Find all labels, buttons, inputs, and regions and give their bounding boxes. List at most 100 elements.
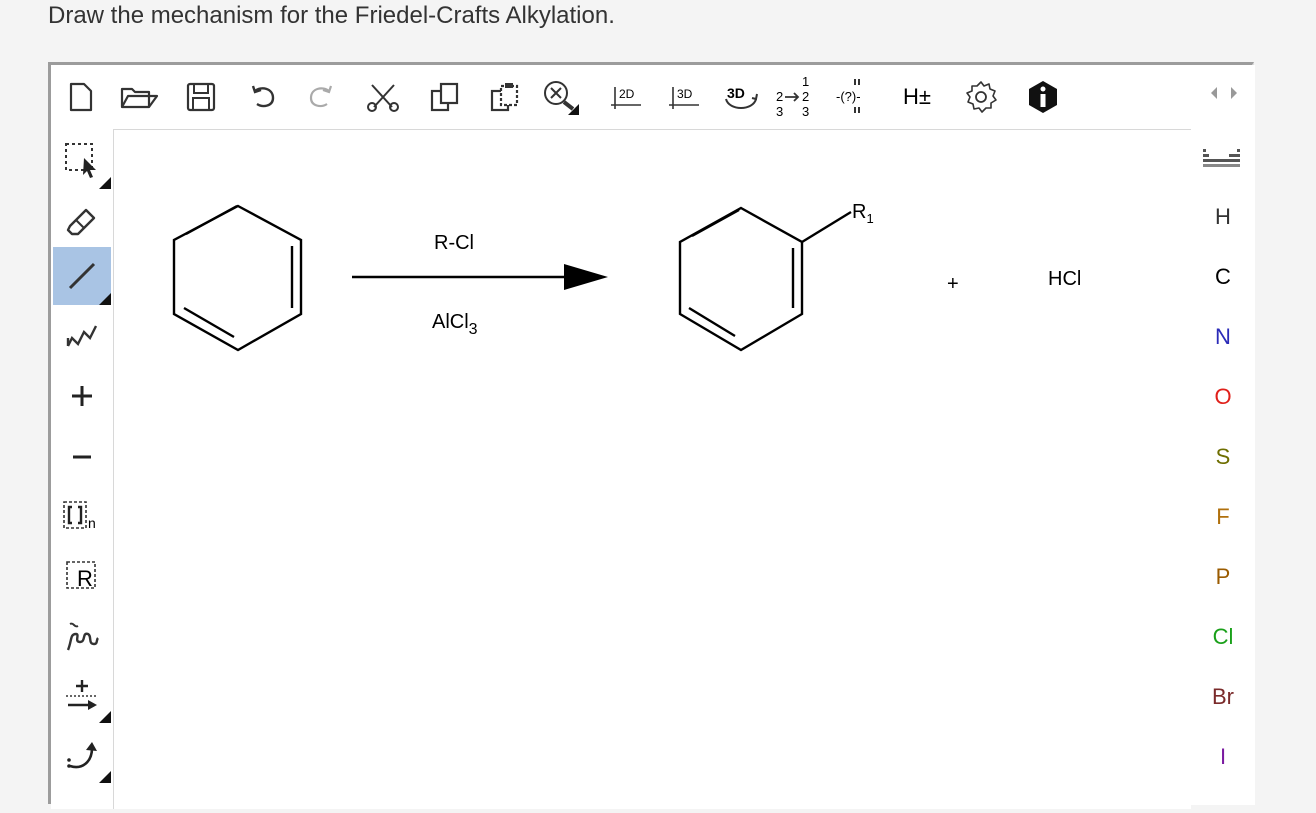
curved-arrow-icon	[67, 742, 97, 769]
clean-2d-icon: 2D	[611, 87, 641, 109]
plus-sign: +	[947, 273, 959, 295]
stereo-button[interactable]: -(?)-	[836, 79, 875, 115]
substituent-main: R	[852, 201, 866, 223]
paste-button[interactable]	[487, 79, 523, 115]
chevron-right-icon[interactable]	[1229, 85, 1239, 101]
element-button-cl[interactable]: Cl	[1191, 617, 1255, 657]
undo-button[interactable]	[245, 79, 281, 115]
renumber-button[interactable]: 1 2 2 3 3	[776, 74, 813, 119]
panel-nav	[1199, 85, 1249, 113]
reagent-bottom-main: AlCl	[432, 311, 469, 333]
element-button-f[interactable]: F	[1191, 497, 1255, 537]
element-button-n[interactable]: N	[1191, 317, 1255, 357]
zoom-clear-icon	[544, 81, 579, 115]
info-button[interactable]	[1025, 79, 1061, 115]
electron-arrow-expand-corner	[99, 771, 111, 783]
settings-button[interactable]	[963, 79, 999, 115]
substituent-subscript: 1	[866, 211, 873, 226]
charge-plus-button[interactable]	[53, 367, 111, 425]
gear-icon	[966, 81, 997, 113]
hydrogens-label: H±	[903, 84, 931, 109]
clean-2d-button[interactable]: 2D	[607, 79, 643, 115]
electron-arrow-tool-button[interactable]	[53, 725, 111, 783]
plus-charge-icon	[72, 386, 92, 406]
template-tool-button[interactable]	[53, 607, 111, 665]
element-button-s[interactable]: S	[1191, 437, 1255, 477]
periodic-table-icon	[1203, 149, 1240, 167]
reaction-drawing: R-Cl AlCl3 R1 + HCl	[172, 201, 1081, 352]
left-toolbar: n R	[51, 129, 113, 809]
renumber-bottom-right: 3	[802, 104, 809, 119]
cut-button[interactable]	[365, 79, 401, 115]
rgroup-icon: R	[66, 561, 96, 591]
stereo-label: -(?)-	[836, 89, 861, 104]
reaction-arrow[interactable]	[352, 264, 608, 290]
element-button-p[interactable]: P	[1191, 557, 1255, 597]
clear-zoom-button[interactable]	[543, 79, 579, 115]
redo-button[interactable]	[303, 79, 339, 115]
renumber-icon: 1 2 2 3 3	[776, 74, 809, 119]
hydrogens-icon: H±	[903, 84, 931, 109]
chain-tool-button[interactable]	[53, 307, 111, 365]
periodic-table-button[interactable]	[1201, 145, 1243, 176]
question-prompt: Draw the mechanism for the Friedel-Craft…	[48, 2, 615, 29]
copy-button[interactable]	[427, 79, 463, 115]
reagent-top-label: R-Cl	[434, 232, 474, 254]
paste-icon	[490, 83, 519, 112]
reaction-arrow-tool-button[interactable]	[53, 665, 111, 723]
lasso-select-icon	[65, 143, 96, 178]
renumber-mid-left: 2	[776, 89, 783, 104]
renumber-top: 1	[802, 74, 809, 89]
new-document-button[interactable]	[63, 79, 99, 115]
element-button-i[interactable]: I	[1191, 737, 1255, 777]
rotate-3d-icon: 3D	[725, 85, 758, 109]
sgroup-tool-button[interactable]: n	[53, 487, 111, 545]
single-bond-icon	[68, 262, 96, 290]
select-tool-button[interactable]	[53, 131, 111, 189]
stereo-icon: -(?)-	[836, 79, 861, 113]
rgroup-tool-button[interactable]: R	[53, 547, 111, 605]
info-icon	[1029, 81, 1057, 113]
view-3d-label: 3D	[727, 85, 745, 101]
save-button[interactable]	[183, 79, 219, 115]
byproduct-label: HCl	[1048, 268, 1081, 290]
clean-3d-icon: 3D	[669, 87, 699, 109]
drawing-canvas[interactable]: R-Cl AlCl3 R1 + HCl	[113, 129, 1191, 809]
new-document-icon	[69, 82, 93, 112]
eraser-tool-button[interactable]	[53, 191, 111, 249]
benzene-reactant[interactable]	[172, 204, 303, 352]
chain-icon	[66, 325, 98, 347]
chemical-structure-editor: 2D 3D 3D 1 2 2 3 3 -(?)- H± n R R-Cl AlC…	[48, 62, 1255, 809]
single-bond-tool-button[interactable]	[53, 247, 111, 305]
element-button-h[interactable]: H	[1191, 197, 1255, 237]
chevron-left-icon[interactable]	[1209, 85, 1219, 101]
element-button-o[interactable]: O	[1191, 377, 1255, 417]
element-button-br[interactable]: Br	[1191, 677, 1255, 717]
chain-label: n	[88, 515, 96, 531]
open-button[interactable]	[120, 79, 159, 115]
bracket-n-icon: n	[63, 501, 96, 531]
reagent-bottom-label: AlCl3	[432, 311, 478, 338]
scissors-icon	[367, 84, 399, 112]
minus-charge-icon	[73, 455, 91, 459]
clean-3d-button[interactable]: 3D	[665, 79, 701, 115]
rgroup-label: R	[77, 566, 93, 591]
bond-tool-expand-corner	[99, 293, 111, 305]
copy-icon	[430, 82, 459, 112]
charge-minus-button[interactable]	[53, 427, 111, 485]
alkylbenzene-product[interactable]	[678, 206, 852, 352]
view-3d-button[interactable]: 3D	[723, 79, 759, 115]
element-button-c[interactable]: C	[1191, 257, 1255, 297]
renumber-bottom-left: 3	[776, 104, 783, 119]
eraser-icon	[66, 208, 96, 236]
redo-icon	[309, 85, 333, 108]
select-tool-expand-corner	[99, 177, 111, 189]
element-panel: H C N O S F P Cl Br I	[1191, 65, 1255, 805]
substituent-label: R1	[852, 201, 874, 226]
clean-3d-label: 3D	[677, 87, 693, 101]
reagent-bottom-subscript: 3	[469, 321, 478, 338]
renumber-mid-right: 2	[802, 89, 809, 104]
open-folder-icon	[120, 87, 159, 109]
squiggle-template-icon	[66, 622, 99, 651]
hydrogens-button[interactable]: H±	[903, 79, 939, 115]
